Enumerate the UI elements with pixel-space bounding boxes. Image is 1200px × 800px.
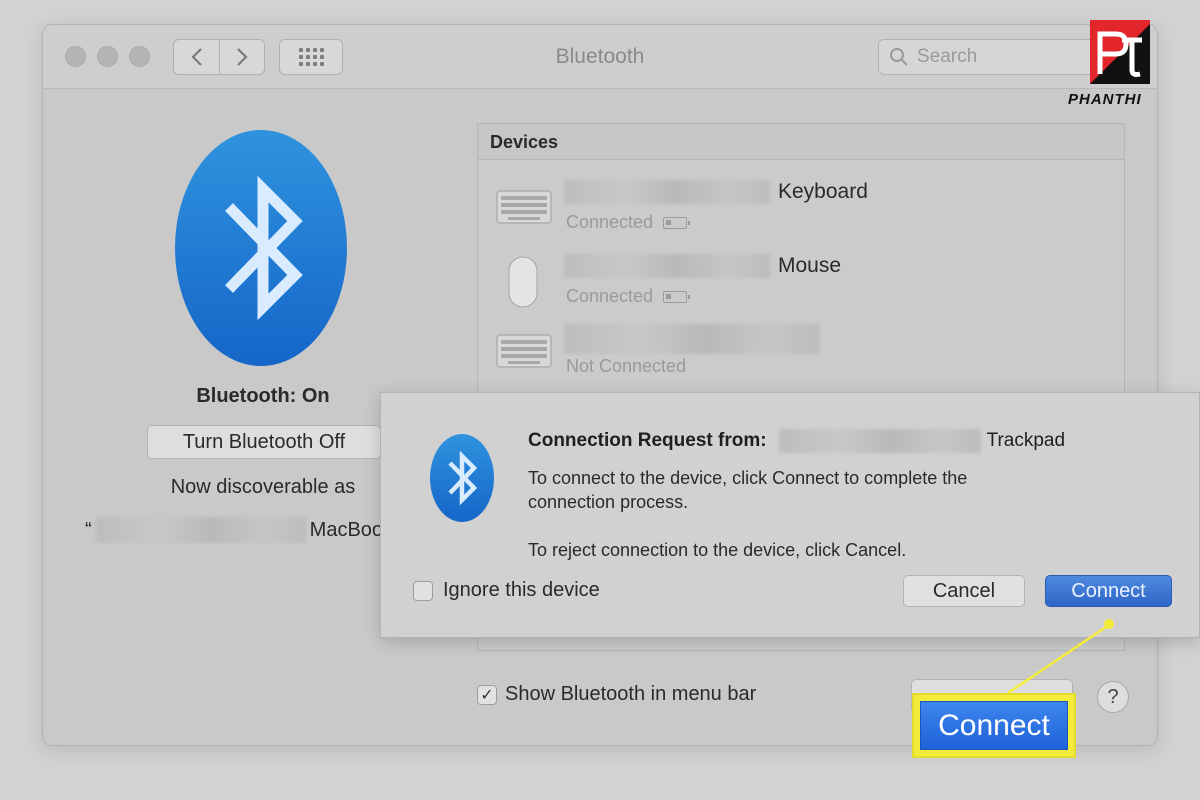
connect-callout: Connect	[912, 693, 1076, 758]
dialog-title: Connection Request from: Trackpad	[528, 429, 1065, 453]
computer-name-suffix: MacBoo	[309, 518, 384, 541]
title-bar: Bluetooth Search	[43, 25, 1157, 89]
phanthi-logo-icon	[1090, 20, 1150, 84]
device-status: Connected	[566, 212, 691, 233]
redacted-device-name	[564, 254, 770, 278]
turn-bluetooth-off-button[interactable]: Turn Bluetooth Off	[147, 425, 381, 459]
ignore-device-label: Ignore this device	[443, 579, 600, 601]
mouse-icon	[508, 256, 538, 308]
device-name: Keyboard	[564, 180, 868, 204]
device-name-label: Mouse	[778, 254, 842, 277]
redacted-device-name	[564, 324, 820, 354]
device-row[interactable]: Mouse Connected	[478, 244, 1124, 314]
brand-name: PHANTHI	[1068, 91, 1142, 108]
device-row[interactable]: Keyboard Connected	[478, 170, 1124, 240]
devices-header: Devices	[478, 124, 1124, 160]
show-in-menu-bar-checkbox[interactable]: ✓	[477, 684, 497, 705]
search-icon	[890, 48, 908, 66]
redacted-device-name	[778, 429, 981, 453]
connect-callout-button: Connect	[920, 701, 1068, 750]
redacted-device-name	[564, 180, 770, 204]
show-in-menu-bar-label: Show Bluetooth in menu bar	[505, 683, 757, 705]
redacted-name	[95, 517, 306, 543]
dialog-device-suffix: Trackpad	[986, 430, 1066, 451]
dialog-connect-line: To connect to the device, click Connect …	[528, 468, 968, 488]
device-status-label: Connected	[566, 212, 654, 232]
battery-icon	[663, 216, 691, 229]
help-button[interactable]: ?	[1097, 681, 1129, 713]
device-name: Mouse	[564, 254, 841, 278]
keyboard-icon	[496, 190, 552, 224]
device-status-label: Not Connected	[566, 356, 687, 376]
keyboard-icon	[496, 334, 552, 368]
search-placeholder: Search	[917, 46, 978, 67]
bluetooth-icon	[430, 434, 494, 522]
device-name	[564, 324, 828, 354]
device-status: Not Connected	[566, 356, 686, 377]
device-row[interactable]: Not Connected	[478, 314, 1124, 384]
connect-button[interactable]: Connect	[1045, 575, 1172, 607]
dialog-reject-line: To reject connection to the device, clic…	[528, 540, 907, 560]
device-status: Connected	[566, 286, 691, 307]
cancel-button[interactable]: Cancel	[903, 575, 1025, 607]
device-name-label: Keyboard	[778, 180, 868, 203]
device-status-label: Connected	[566, 286, 654, 306]
ignore-device-checkbox[interactable]	[413, 580, 433, 601]
computer-name-prefix: “	[85, 518, 92, 541]
brand-logo: PHANTHI	[1068, 20, 1170, 108]
dialog-connect-line-2: connection process.	[528, 492, 689, 512]
dialog-title-label: Connection Request from:	[528, 430, 767, 451]
computer-name: “ MacBoo	[85, 517, 383, 543]
bluetooth-logo-icon	[175, 130, 347, 366]
show-in-menu-bar-option[interactable]: ✓ Show Bluetooth in menu bar	[477, 683, 756, 706]
battery-icon	[663, 290, 691, 303]
ignore-device-option[interactable]: Ignore this device	[413, 579, 600, 602]
connection-request-dialog: Connection Request from: Trackpad To con…	[380, 392, 1200, 638]
